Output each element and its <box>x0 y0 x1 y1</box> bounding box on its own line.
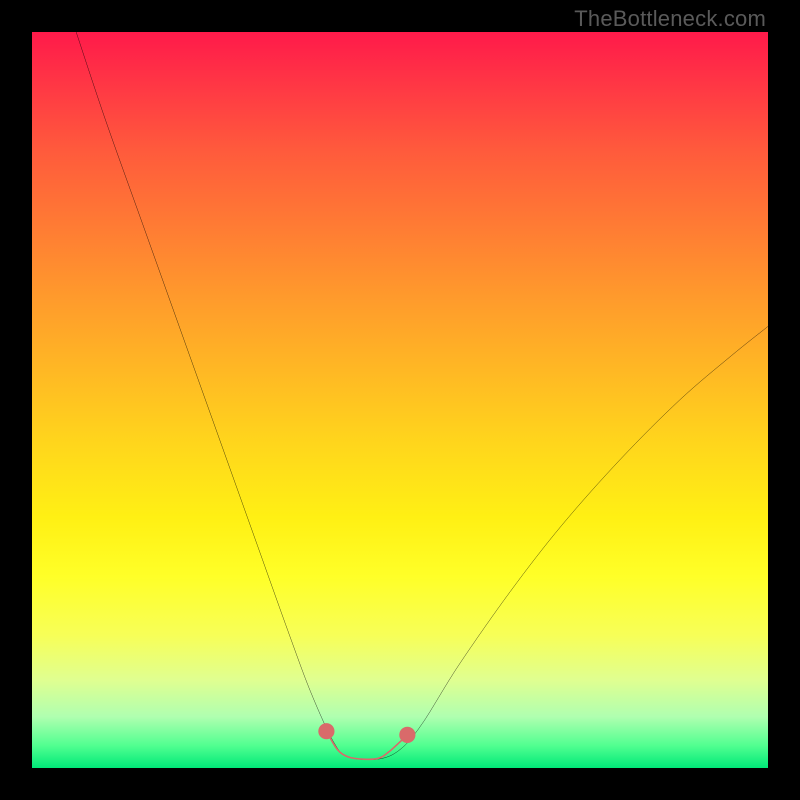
valley-endpoint-dot <box>318 723 334 739</box>
valley-endpoint-dot <box>399 727 415 743</box>
chart-frame: TheBottleneck.com <box>0 0 800 800</box>
plot-area <box>32 32 768 768</box>
valley-highlight <box>326 731 407 759</box>
bottleneck-curve <box>76 32 768 760</box>
chart-svg <box>32 32 768 768</box>
watermark-text: TheBottleneck.com <box>574 6 766 32</box>
